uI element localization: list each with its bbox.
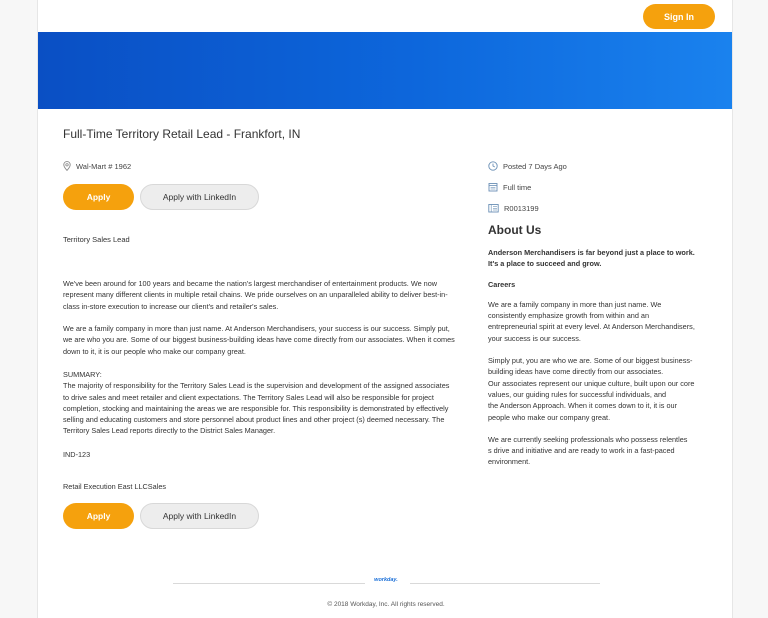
- job-code: IND-123: [63, 450, 91, 459]
- description-summary: SUMMARY: The majority of responsibility …: [63, 370, 450, 436]
- description-para-1: We've been around for 100 years and beca…: [63, 279, 448, 311]
- apply-buttons-top: Apply Apply with LinkedIn: [63, 184, 473, 210]
- calendar-icon: [488, 183, 498, 192]
- careers-heading: Careers: [488, 279, 516, 289]
- job-sidebar: Posted 7 Days Ago Full time R0013199 Abo…: [488, 160, 708, 468]
- top-bar: Sign In: [38, 0, 732, 32]
- apply-with-linkedin-button-bottom[interactable]: Apply with LinkedIn: [140, 503, 259, 529]
- apply-buttons-bottom: Apply Apply with LinkedIn: [63, 503, 259, 529]
- job-location-text: Wal-Mart # 1962: [76, 161, 132, 171]
- job-subtitle: Territory Sales Lead: [63, 235, 130, 244]
- apply-button[interactable]: Apply: [63, 184, 134, 210]
- about-para-1: We are a family company in more than jus…: [488, 299, 695, 343]
- sign-in-button[interactable]: Sign In: [643, 4, 715, 29]
- apply-with-linkedin-button[interactable]: Apply with LinkedIn: [140, 184, 259, 210]
- location-pin-icon: [63, 161, 71, 171]
- clock-icon: [488, 161, 498, 171]
- id-card-icon: [488, 204, 499, 213]
- time-type: Full time: [488, 181, 708, 193]
- copyright: © 2018 Workday, Inc. All rights reserved…: [327, 601, 445, 608]
- about-para-2: Simply put, you are who we are. Some of …: [488, 356, 695, 422]
- about-intro: Anderson Merchandisers is far beyond jus…: [488, 248, 695, 269]
- about-para-3: We are currently seeking professionals w…: [488, 434, 688, 467]
- apply-button-bottom[interactable]: Apply: [63, 503, 134, 529]
- description-para-2: We are a family company in more than jus…: [63, 324, 455, 356]
- header-banner: [38, 32, 732, 109]
- job-page: Sign In Full-Time Territory Retail Lead …: [37, 0, 733, 618]
- footer-divider-left: [173, 583, 365, 584]
- job-main-column: Wal-Mart # 1962 Apply Apply with LinkedI…: [63, 160, 473, 529]
- about-us-heading: About Us: [488, 223, 542, 237]
- job-location: Wal-Mart # 1962: [63, 160, 473, 172]
- job-title: Full-Time Territory Retail Lead - Frankf…: [63, 127, 301, 141]
- requisition-id: R0013199: [488, 202, 708, 214]
- workday-logo[interactable]: workday.: [373, 577, 399, 583]
- job-org: Retail Execution East LLCSales: [63, 482, 167, 491]
- footer-divider-right: [410, 583, 600, 584]
- posted-date: Posted 7 Days Ago: [488, 160, 708, 172]
